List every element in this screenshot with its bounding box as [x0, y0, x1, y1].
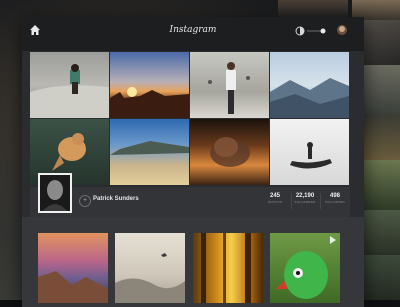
- divider: [320, 193, 321, 209]
- stat-photos[interactable]: 245 PHOTOS: [262, 192, 288, 205]
- play-icon[interactable]: [330, 236, 336, 244]
- photo-grid: [30, 52, 350, 187]
- profile-name[interactable]: Patrick Sunders: [93, 196, 139, 202]
- grid-photo[interactable]: [190, 52, 269, 118]
- stat-label: PHOTOS: [268, 200, 282, 204]
- feed-photo[interactable]: [38, 233, 108, 303]
- top-bar: Instagram: [22, 17, 364, 51]
- user-avatar[interactable]: [337, 25, 347, 35]
- profile-bar: + Patrick Sunders 245 PHOTOS 22,190 FOLL…: [30, 173, 350, 217]
- profile-picture[interactable]: [38, 173, 72, 213]
- grid-photo[interactable]: [30, 52, 109, 118]
- grid-photo[interactable]: [270, 119, 349, 185]
- feed-photo[interactable]: [115, 233, 185, 303]
- feed-photo[interactable]: [193, 233, 263, 303]
- grid-photo[interactable]: [110, 119, 189, 185]
- stat-label: FOLLOWERS: [294, 200, 316, 204]
- grid-photo[interactable]: [190, 119, 269, 185]
- stat-value: 245: [269, 193, 280, 199]
- app-window: Instagram + Patrick Sunders 245 PHOTOS 2…: [22, 17, 364, 307]
- feed-section: [22, 217, 364, 307]
- follow-button[interactable]: +: [79, 195, 91, 207]
- toggle-switch[interactable]: [295, 26, 329, 36]
- stat-value: 22,190: [295, 193, 315, 199]
- stat-followers[interactable]: 22,190 FOLLOWERS: [292, 192, 318, 205]
- stat-label: FOLLOWING: [325, 200, 345, 204]
- grid-photo[interactable]: [270, 52, 349, 118]
- stat-value: 498: [329, 193, 340, 199]
- feed-photo[interactable]: [270, 233, 340, 303]
- grid-photo[interactable]: [110, 52, 189, 118]
- stat-following[interactable]: 498 FOLLOWING: [322, 192, 348, 205]
